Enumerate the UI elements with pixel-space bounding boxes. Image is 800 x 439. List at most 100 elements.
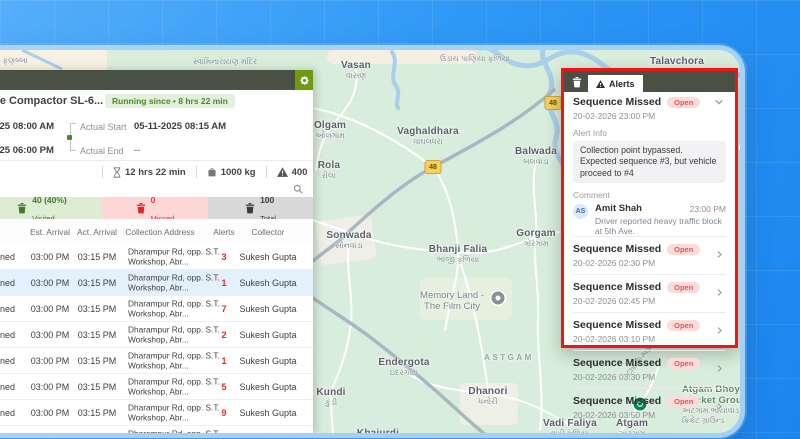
chevron-right-icon[interactable] xyxy=(715,326,724,335)
map-label-kundi: Kundiકુંડી xyxy=(316,387,345,408)
search-icon[interactable] xyxy=(293,184,303,194)
map-label-sonwada: Sonwadaસોનવાડા xyxy=(326,230,371,251)
alert-info-text: Collection point bypassed. Expected sequ… xyxy=(573,141,726,183)
comment-text: Driver reported heavy traffic block at 5… xyxy=(595,216,726,236)
alert-title: Sequence Missed xyxy=(573,243,661,255)
row-address: Dharampur Rd, opp. S.T. Workshop, Abr... xyxy=(128,402,220,423)
row-act: 03:15 PM xyxy=(78,408,117,418)
missed-summary: 0Missed xyxy=(102,197,208,219)
row-address: Dharampur Rd, opp. S.T. Workshop, Abr... xyxy=(128,324,220,345)
alert-title: Sequence Missed xyxy=(573,319,661,331)
settings-button[interactable] xyxy=(295,70,313,90)
alert-card-expanded[interactable]: Sequence Missed Open 20-02-2026 23:00 PM… xyxy=(573,96,726,236)
chevron-right-icon[interactable] xyxy=(715,364,724,373)
row-address: Dharampur Rd, opp. S.T. Workshop, Abr... xyxy=(128,350,220,371)
row-status: Planned xyxy=(0,252,15,262)
alerts-panel-body: Sequence Missed Open 20-02-2026 23:00 PM… xyxy=(564,92,735,426)
map-label-khajurdi: Khajurdi xyxy=(357,428,399,433)
memory-land-poi-icon[interactable] xyxy=(492,292,505,305)
alert-datetime: 20-02-2026 03:30 PM xyxy=(573,372,726,382)
visited-summary: 40 (40%)Visited xyxy=(0,197,102,219)
table-row[interactable]: Planned 03:00 PM 03:15 PM Dharampur Rd, … xyxy=(0,348,313,374)
row-est: 03:00 PM xyxy=(31,304,70,314)
alert-list-item[interactable]: Sequence Missed Open 20-02-2026 03:30 PM xyxy=(573,350,726,388)
map-label-endergota: Endergotaઇદરગોટા xyxy=(378,357,429,378)
trash-icon xyxy=(17,202,27,214)
table-row[interactable]: Planned 03:00 PM 03:15 PM Dharampur Rd, … xyxy=(0,374,313,400)
table-row[interactable]: Planned 03:00 PM 03:15 PM Dharampur Rd, … xyxy=(0,400,313,426)
app-window: ફણબ્બા સ્વામિનારાયણ મંદિર ઉડાચ પાણિયા ફળ… xyxy=(0,50,740,433)
table-row[interactable]: Planned 03:00 PM 03:15 PM Dharampur Rd, … xyxy=(0,296,313,322)
tab-alerts[interactable]: Alerts xyxy=(588,75,643,92)
row-collector: Sukesh Gupta xyxy=(239,252,296,262)
map-label-rola: Rolaરોલા xyxy=(318,160,340,181)
alert-status-badge: Open xyxy=(667,97,700,108)
map-label-swaminarayan: સ્વામિનારાયણ મંદિર xyxy=(193,57,257,67)
poi-label-memory-land: Memory Land - The Film City xyxy=(420,290,484,313)
row-alert-count: 3 xyxy=(221,252,226,262)
row-status: Planned xyxy=(0,304,15,314)
map-label-vasan: Vasanવાસણ xyxy=(341,60,371,81)
map-label-vaghaldhara: Vaghaldharaવાઘલધરા xyxy=(397,126,459,147)
alerts-panel: Alerts Sequence Missed Open 20-02-2026 2… xyxy=(561,68,738,348)
screen: { "left_panel": { "vehicle": { "title": … xyxy=(0,0,800,439)
row-address: Dharampur Rd, opp. S.T. Workshop, Abr... xyxy=(128,272,220,293)
table-row[interactable]: Planned 03:00 PM 03:15 PM Dharampur Rd, … xyxy=(0,426,313,433)
trash-icon[interactable] xyxy=(572,76,582,88)
chevron-down-icon[interactable] xyxy=(714,97,724,107)
trip-panel-header-bar xyxy=(0,70,313,90)
actual-start-value: 05-11-2025 08:15 AM xyxy=(134,121,226,132)
map-label-balwada: Balwadaબલવાડા xyxy=(515,146,557,167)
row-address: Dharampur Rd, opp. S.T. Workshop, Abr... xyxy=(128,428,220,433)
row-act: 03:15 PM xyxy=(78,252,117,262)
table-row[interactable]: Planned 03:00 PM 03:15 PM Dharampur Rd, … xyxy=(0,244,313,270)
trip-panel-body: Waste Compactor SL-6... Running since • … xyxy=(0,90,313,433)
row-address: Dharampur Rd, opp. S.T. Workshop, Abr... xyxy=(128,298,220,319)
row-status: Planned xyxy=(0,330,15,340)
green-dot xyxy=(67,135,72,140)
row-collector: Sukesh Gupta xyxy=(239,382,296,392)
row-status: Planned xyxy=(0,356,15,366)
row-alert-count: 1 xyxy=(221,356,226,366)
comment-label: Comment xyxy=(573,190,726,200)
map-label-dhanori: Dhanoriધનોરી xyxy=(468,386,507,407)
row-collector: Sukesh Gupta xyxy=(239,330,296,340)
row-act: 03:15 PM xyxy=(78,304,117,314)
actual-end-value: -- xyxy=(134,145,140,156)
row-est: 03:00 PM xyxy=(31,278,70,288)
planned-start-value: 05-11-2025 08:00 AM xyxy=(0,121,54,132)
alert-list-item[interactable]: Sequence Missed Open 20-02-2026 02:30 PM xyxy=(573,236,726,274)
actual-end-label: Actual End xyxy=(80,146,124,156)
row-collector: Sukesh Gupta xyxy=(239,304,296,314)
warning-triangle-icon xyxy=(596,80,605,88)
alert-status-badge: Open xyxy=(667,358,700,369)
table-row-selected[interactable]: Planned 03:00 PM 03:15 PM Dharampur Rd, … xyxy=(0,270,313,296)
row-est: 03:00 PM xyxy=(31,382,70,392)
col-collector: Collector xyxy=(251,227,284,237)
chevron-right-icon[interactable] xyxy=(715,250,724,259)
chevron-right-icon[interactable] xyxy=(715,288,724,297)
map-label-udach: ઉડાચ પાણિયા ફળિયા xyxy=(440,54,510,64)
alert-title: Sequence Missed xyxy=(573,357,661,369)
row-act: 03:15 PM xyxy=(78,382,117,392)
alert-datetime: 20-02-2026 02:30 PM xyxy=(573,258,726,268)
trip-duration: 12 hrs 22 min xyxy=(113,167,186,178)
alert-list-item[interactable]: Sequence Missed Open 20-02-2026 02:45 PM xyxy=(573,274,726,312)
collection-summary-bar: 40 (40%)Visited 0Missed 100Total xyxy=(0,197,313,219)
chevron-right-icon[interactable] xyxy=(715,402,724,411)
map-label-gorgam: Gorgamગોરગામ xyxy=(516,228,556,249)
row-collector: Sukesh Gupta xyxy=(239,278,296,288)
trip-alert-count: 400 xyxy=(277,167,308,178)
row-address: Dharampur Rd, opp. S.T. Workshop, Abr... xyxy=(128,376,220,397)
alert-title: Sequence Missed xyxy=(573,281,661,293)
row-alert-count: 7 xyxy=(221,304,226,314)
alert-datetime: 20-02-2026 03:50 PM xyxy=(573,410,726,420)
alert-list-item[interactable]: Sequence Missed Open 20-02-2026 03:10 PM xyxy=(573,312,726,350)
table-row[interactable]: Planned 03:00 PM 03:15 PM Dharampur Rd, … xyxy=(0,322,313,348)
alert-list-item[interactable]: Sequence Missed Open 20-02-2026 03:50 PM xyxy=(573,388,726,426)
running-status-badge: Running since • 8 hrs 22 min xyxy=(105,94,235,108)
actual-start-label: Actual Start xyxy=(80,122,127,132)
alert-datetime: 20-02-2026 03:10 PM xyxy=(573,334,726,344)
col-collection-address: Collection Address xyxy=(125,227,194,237)
row-status: Planned xyxy=(0,382,15,392)
